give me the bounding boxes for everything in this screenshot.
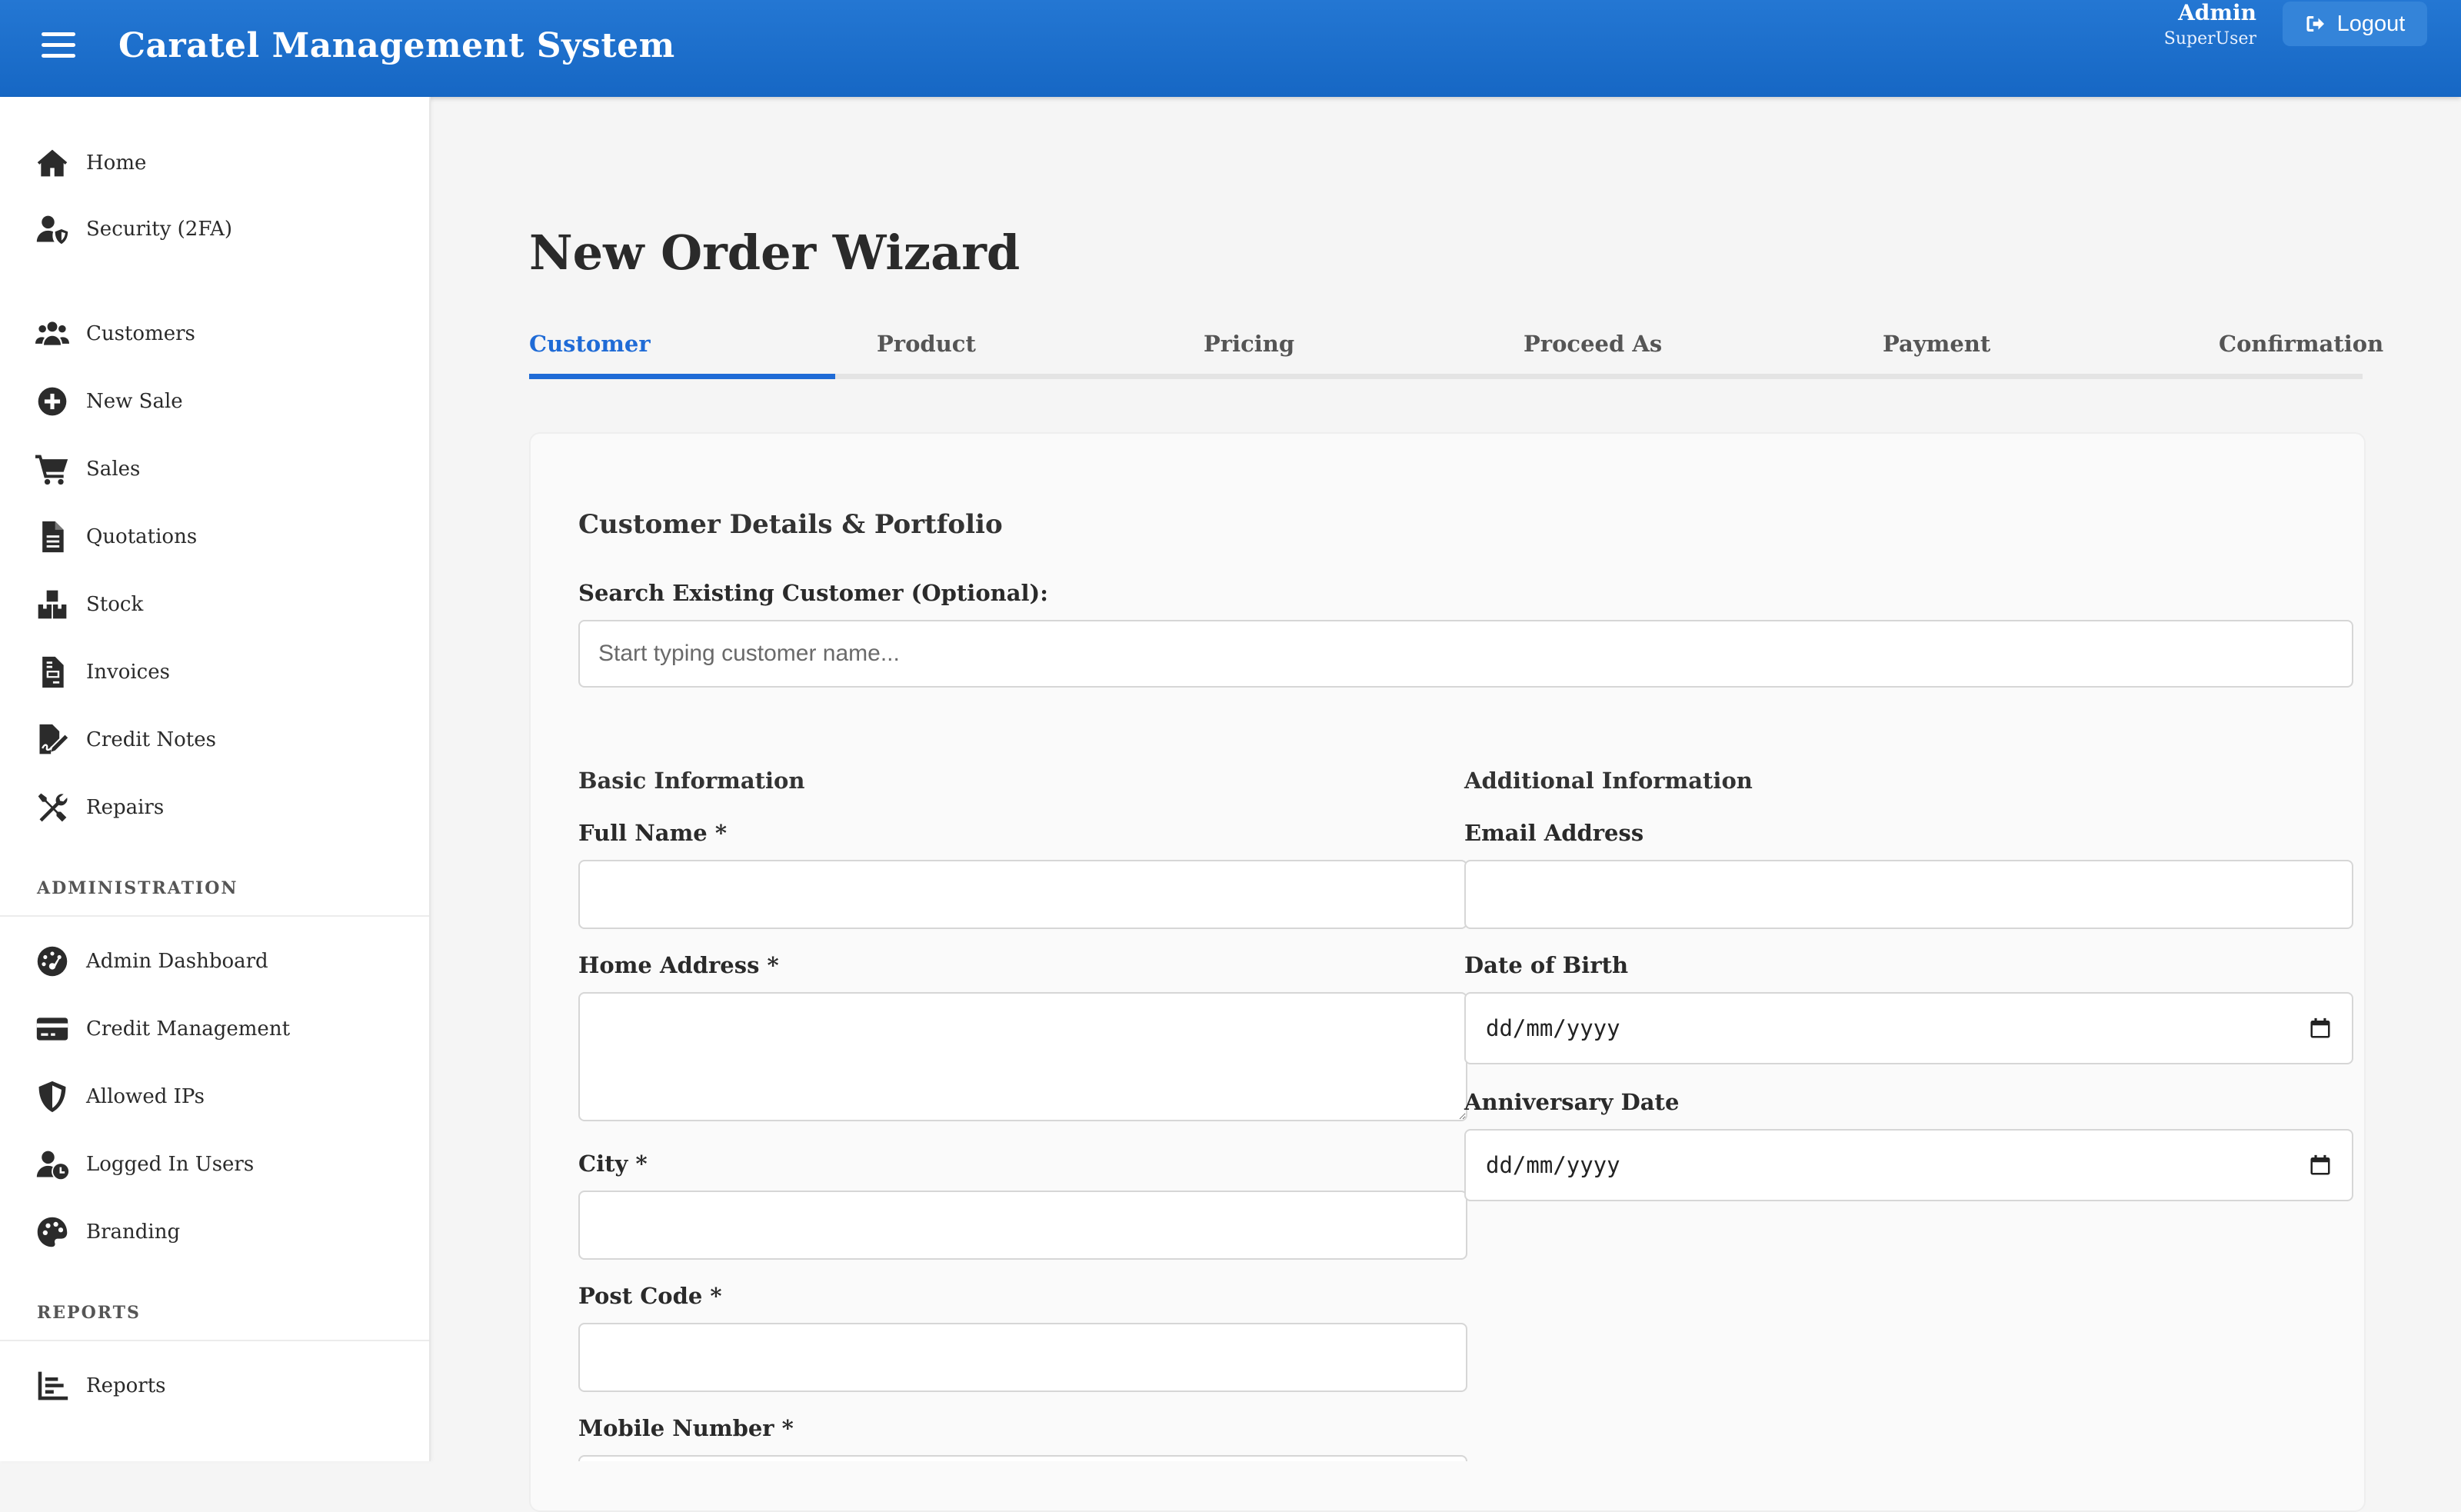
sidebar-item-new-sale[interactable]: New Sale xyxy=(34,378,183,425)
credit-card-icon xyxy=(34,1011,71,1047)
basic-info-title: Basic Information xyxy=(578,768,805,794)
card-title: Customer Details & Portfolio xyxy=(578,509,1003,540)
sidebar: Home Security (2FA) Customers New Sale S… xyxy=(0,97,431,1461)
logout-label: Logout xyxy=(2336,11,2406,36)
menu-toggle-icon[interactable] xyxy=(42,32,75,58)
anniversary-date-field[interactable]: dd/mm/yyyy xyxy=(1464,1129,2353,1201)
mobile-number-field[interactable] xyxy=(578,1455,1467,1461)
sidebar-item-label: Admin Dashboard xyxy=(86,950,268,973)
sidebar-item-label: Reports xyxy=(86,1374,166,1397)
post-code-label: Post Code * xyxy=(578,1283,722,1309)
sidebar-item-label: Repairs xyxy=(86,796,165,819)
sidebar-item-branding[interactable]: Branding xyxy=(34,1209,180,1255)
tools-icon xyxy=(34,789,71,826)
email-address-field[interactable] xyxy=(1464,860,2353,929)
invoice-icon xyxy=(34,654,71,691)
date-of-birth-field[interactable]: dd/mm/yyyy xyxy=(1464,992,2353,1064)
boxes-icon xyxy=(34,586,71,623)
logout-button[interactable]: Logout xyxy=(2283,2,2427,46)
step-payment[interactable]: Payment xyxy=(1883,331,1990,357)
palette-icon xyxy=(34,1214,71,1251)
app-title: Caratel Management System xyxy=(118,26,675,65)
sidebar-item-sales[interactable]: Sales xyxy=(34,446,140,492)
sidebar-item-label: Branding xyxy=(86,1221,181,1244)
sidebar-item-quotations[interactable]: Quotations xyxy=(34,514,197,560)
email-address-label: Email Address xyxy=(1464,820,1644,846)
sidebar-item-label: Invoices xyxy=(86,661,170,684)
user-shield-icon xyxy=(34,211,71,248)
sidebar-item-label: Quotations xyxy=(86,525,198,548)
sidebar-item-repairs[interactable]: Repairs xyxy=(34,784,164,831)
section-divider xyxy=(0,915,429,917)
sidebar-item-reports[interactable]: Reports xyxy=(34,1363,165,1409)
sidebar-item-credit-notes[interactable]: Credit Notes xyxy=(34,717,216,763)
home-icon xyxy=(34,145,71,182)
administration-section-title: ADMINISTRATION xyxy=(37,878,238,898)
step-customer[interactable]: Customer xyxy=(529,331,651,357)
chart-bar-icon xyxy=(34,1367,71,1404)
users-icon xyxy=(34,315,71,352)
mobile-number-label: Mobile Number * xyxy=(578,1415,794,1441)
sidebar-item-label: Sales xyxy=(86,458,141,481)
page-title: New Order Wizard xyxy=(529,225,1021,281)
section-divider xyxy=(0,1340,429,1341)
step-product[interactable]: Product xyxy=(877,331,976,357)
step-confirmation[interactable]: Confirmation xyxy=(2219,331,2383,357)
sidebar-item-logged-in-users[interactable]: Logged In Users xyxy=(34,1141,254,1187)
reports-section-title: REPORTS xyxy=(37,1303,141,1323)
calendar-icon[interactable] xyxy=(2309,1017,2332,1040)
step-progress-bar xyxy=(529,374,835,379)
home-address-label: Home Address * xyxy=(578,952,779,978)
signature-icon xyxy=(34,721,71,758)
dashboard-icon xyxy=(34,943,71,980)
date-of-birth-label: Date of Birth xyxy=(1464,952,1629,978)
anniversary-date-label: Anniversary Date xyxy=(1464,1089,1680,1115)
sidebar-item-stock[interactable]: Stock xyxy=(34,581,143,628)
sidebar-item-label: Credit Management xyxy=(86,1017,291,1041)
calendar-icon[interactable] xyxy=(2309,1154,2332,1177)
sidebar-item-label: Allowed IPs xyxy=(86,1085,205,1108)
sidebar-item-label: Credit Notes xyxy=(86,728,216,751)
sidebar-item-security[interactable]: Security (2FA) xyxy=(34,206,232,252)
sidebar-item-label: Home xyxy=(86,152,147,175)
cart-icon xyxy=(34,451,71,488)
top-header: Caratel Management System Admin SuperUse… xyxy=(0,0,2461,97)
city-field[interactable] xyxy=(578,1191,1467,1260)
full-name-field[interactable] xyxy=(578,860,1467,929)
logout-icon xyxy=(2306,16,2324,32)
sidebar-item-label: Logged In Users xyxy=(86,1153,255,1176)
post-code-field[interactable] xyxy=(578,1323,1467,1392)
full-name-label: Full Name * xyxy=(578,820,727,846)
sidebar-item-admin-dashboard[interactable]: Admin Dashboard xyxy=(34,938,268,984)
home-address-field[interactable] xyxy=(578,992,1467,1121)
document-icon xyxy=(34,518,71,555)
user-role: SuperUser xyxy=(2163,29,2256,48)
city-label: City * xyxy=(578,1151,648,1177)
sidebar-item-label: Security (2FA) xyxy=(86,218,233,241)
sidebar-item-label: Stock xyxy=(86,593,144,616)
user-clock-icon xyxy=(34,1146,71,1183)
search-customer-input[interactable] xyxy=(578,620,2353,688)
anniversary-date-value: dd/mm/yyyy xyxy=(1486,1152,1620,1178)
sidebar-item-credit-management[interactable]: Credit Management xyxy=(34,1006,290,1052)
sidebar-item-customers[interactable]: Customers xyxy=(34,311,195,357)
wizard-steps: Customer Product Pricing Proceed As Paym… xyxy=(529,331,2383,380)
sidebar-item-allowed-ips[interactable]: Allowed IPs xyxy=(34,1074,205,1120)
sidebar-item-label: New Sale xyxy=(86,390,183,413)
sidebar-item-invoices[interactable]: Invoices xyxy=(34,649,170,695)
user-name: Admin xyxy=(2178,0,2256,25)
sidebar-item-label: Customers xyxy=(86,322,195,345)
search-customer-label: Search Existing Customer (Optional): xyxy=(578,580,1048,606)
shield-icon xyxy=(34,1078,71,1115)
step-pricing[interactable]: Pricing xyxy=(1204,331,1294,357)
step-proceed-as[interactable]: Proceed As xyxy=(1524,331,1662,357)
additional-info-title: Additional Information xyxy=(1464,768,1753,794)
date-of-birth-value: dd/mm/yyyy xyxy=(1486,1015,1620,1041)
plus-circle-icon xyxy=(34,383,71,420)
sidebar-item-home[interactable]: Home xyxy=(34,140,146,186)
